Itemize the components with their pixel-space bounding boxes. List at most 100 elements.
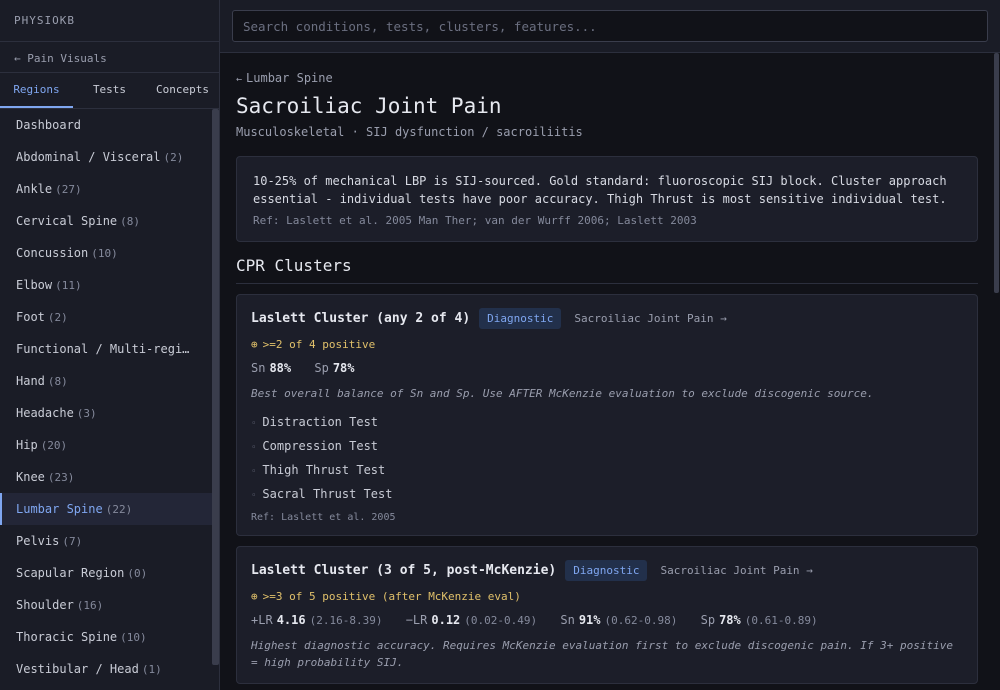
test-name: Compression Test — [262, 439, 379, 453]
sidebar-item-vestibular[interactable]: Vestibular / Head (1) — [0, 653, 212, 685]
condition-link[interactable]: Sacroiliac Joint Pain → — [660, 564, 812, 577]
sidebar-item-cervical-spine[interactable]: Cervical Spine (8) — [0, 205, 212, 237]
region-count: (1) — [141, 663, 162, 676]
cluster-card: Laslett Cluster (any 2 of 4) Diagnostic … — [236, 294, 978, 536]
region-count: (20) — [40, 439, 68, 452]
sidebar-item-thoracic-spine[interactable]: Thoracic Spine (10) — [0, 621, 212, 653]
cluster-title: Laslett Cluster (any 2 of 4) — [251, 311, 471, 326]
top-bar — [220, 0, 1000, 53]
sidebar-item-ankle[interactable]: Ankle (27) — [0, 173, 212, 205]
cluster-header: Laslett Cluster (any 2 of 4) Diagnostic … — [251, 308, 963, 329]
region-label: Headache — [16, 406, 74, 420]
region-count: (10) — [120, 631, 147, 644]
section-title: CPR Clusters — [236, 256, 978, 284]
region-label: Dashboard — [16, 118, 82, 132]
condition-summary: 10-25% of mechanical LBP is SIJ-sourced.… — [236, 156, 978, 242]
cluster-title: Laslett Cluster (3 of 5, post-McKenzie) — [251, 563, 557, 578]
cluster-rule: ⊕ >=3 of 5 positive (after McKenzie eval) — [251, 590, 963, 603]
page-subtitle: Musculoskeletal · SIJ dysfunction / sacr… — [236, 125, 583, 139]
condition-link[interactable]: Sacroiliac Joint Pain → — [574, 312, 726, 325]
region-count: (2) — [47, 311, 68, 324]
target-icon: ⊕ — [251, 338, 258, 351]
region-label: Functional / Multi-regio… — [16, 342, 197, 356]
region-label: Foot — [16, 310, 45, 324]
diagnostic-badge: Diagnostic — [565, 560, 648, 581]
test-name: Distraction Test — [262, 415, 379, 429]
summary-reference: Ref: Laslett et al. 2005 Man Ther; van d… — [253, 214, 697, 227]
list-item[interactable]: ◦ Thigh Thrust Test — [251, 458, 963, 482]
region-count: (8) — [120, 215, 141, 228]
sp-label: Sp — [314, 361, 329, 375]
sidebar-item-concussion[interactable]: Concussion (10) — [0, 237, 212, 269]
rule-text: >=3 of 5 positive (after McKenzie eval) — [262, 590, 521, 603]
sp-ci: (0.61-0.89) — [744, 614, 818, 627]
sidebar-item-pelvis[interactable]: Pelvis (7) — [0, 525, 212, 557]
tab-concepts[interactable]: Concepts — [146, 73, 219, 108]
content-column: ← Lumbar Spine Sacroiliac Joint Pain Musc… — [236, 53, 978, 684]
sidebar: PHYSIOKB ← Pain Visuals Regions Tests Co… — [0, 0, 220, 690]
sidebar-item-elbow[interactable]: Elbow (11) — [0, 269, 212, 301]
sidebar-item-dashboard[interactable]: Dashboard — [0, 109, 212, 141]
list-item[interactable]: ◦ Sacral Thrust Test — [251, 482, 963, 506]
sidebar-item-scapular-region[interactable]: Scapular Region (0) — [0, 557, 212, 589]
summary-text: 10-25% of mechanical LBP is SIJ-sourced.… — [253, 174, 947, 206]
sidebar-item-functional[interactable]: Functional / Multi-regio… — [0, 333, 212, 365]
region-count: (2) — [163, 151, 184, 164]
region-label: Concussion — [16, 246, 89, 260]
region-label: Ankle — [16, 182, 53, 196]
region-label: Lumbar Spine — [16, 502, 103, 516]
cluster-note: Highest diagnostic accuracy. Requires Mc… — [251, 639, 953, 669]
sidebar-item-headache[interactable]: Headache (3) — [0, 397, 212, 429]
sidebar-scrollbar[interactable] — [212, 109, 219, 665]
cluster-card: Laslett Cluster (3 of 5, post-McKenzie) … — [236, 546, 978, 684]
breadcrumb-label: Lumbar Spine — [246, 71, 333, 85]
region-label: Elbow — [16, 278, 53, 292]
sn-ci: (0.62-0.98) — [604, 614, 678, 627]
region-label: Hip — [16, 438, 38, 452]
search-input[interactable] — [232, 10, 988, 42]
sp-value: 78% — [332, 361, 355, 375]
tab-tests[interactable]: Tests — [73, 73, 146, 108]
test-name: Thigh Thrust Test — [262, 463, 386, 477]
sidebar-item-shoulder[interactable]: Shoulder (16) — [0, 589, 212, 621]
breadcrumb[interactable]: ← Lumbar Spine — [236, 71, 978, 85]
bullet-icon: ◦ — [251, 467, 257, 477]
tab-regions[interactable]: Regions — [0, 73, 73, 108]
plr-value: 4.16 — [276, 613, 306, 627]
region-count: (7) — [62, 535, 83, 548]
region-label: Shoulder — [16, 598, 74, 612]
sn-value: 88% — [269, 361, 292, 375]
cluster-stats: Sn 88% Sp 78% — [251, 361, 963, 375]
bullet-icon: ◦ — [251, 419, 257, 429]
sn-label: Sn — [251, 361, 266, 375]
region-count: (8) — [47, 375, 68, 388]
region-count: (0) — [127, 567, 148, 580]
region-label: Pelvis — [16, 534, 60, 548]
sidebar-tabs: Regions Tests Concepts — [0, 73, 219, 109]
region-count: (23) — [47, 471, 75, 484]
main-scrollbar[interactable] — [994, 53, 999, 293]
sidebar-item-hip[interactable]: Hip (20) — [0, 429, 212, 461]
diagnostic-badge: Diagnostic — [479, 308, 562, 329]
region-count: (27) — [55, 183, 82, 196]
list-item[interactable]: ◦ Distraction Test — [251, 410, 963, 434]
sp-value: 78% — [719, 613, 741, 627]
cluster-stats: +LR 4.16 (2.16-8.39) −LR 0.12 (0.02-0.49) Sn… — [251, 613, 963, 627]
region-label: Scapular Region — [16, 566, 125, 580]
sidebar-item-knee[interactable]: Knee (23) — [0, 461, 212, 493]
list-item[interactable]: ◦ Compression Test — [251, 434, 963, 458]
sidebar-item-lumbar-spine[interactable]: Lumbar Spine (22) — [0, 493, 212, 525]
region-count: (10) — [91, 247, 118, 260]
sidebar-item-hand[interactable]: Hand (8) — [0, 365, 212, 397]
region-label: Knee — [16, 470, 45, 484]
region-count: (22) — [105, 503, 133, 516]
page-title: Sacroiliac Joint Pain — [236, 94, 502, 118]
region-count: (11) — [55, 279, 82, 292]
sidebar-item-abdominal[interactable]: Abdominal / Visceral (2) — [0, 141, 212, 173]
back-to-pain-visuals-link[interactable]: ← Pain Visuals — [0, 42, 219, 73]
sidebar-item-foot[interactable]: Foot (2) — [0, 301, 212, 333]
test-name: Sacral Thrust Test — [262, 487, 393, 501]
region-label: Thoracic Spine — [16, 630, 118, 644]
bullet-icon: ◦ — [251, 443, 257, 453]
region-label: Hand — [16, 374, 45, 388]
